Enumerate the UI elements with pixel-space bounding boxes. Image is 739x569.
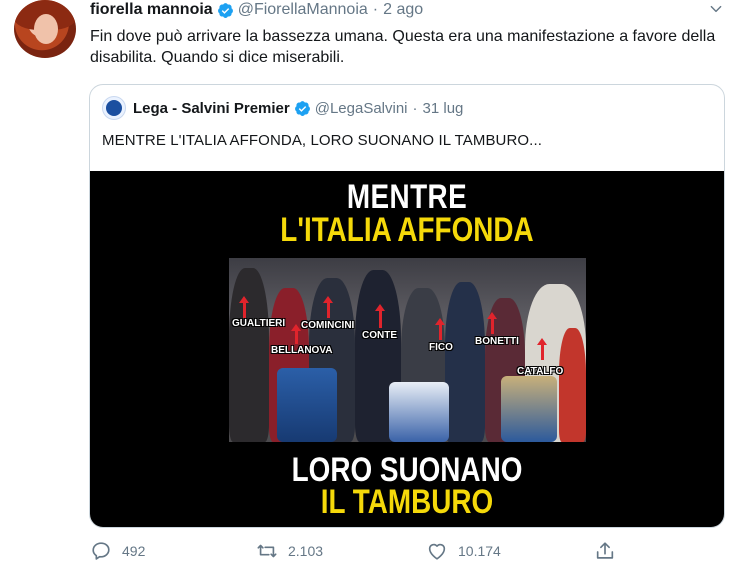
separator-dot: · — [412, 99, 418, 117]
share-icon — [596, 542, 614, 559]
tweet-text: Fin dove può arrivare la bassezza umana.… — [90, 28, 716, 66]
tweet-timestamp[interactable]: 2 ago — [383, 1, 423, 19]
media-caption-top-line2: L'ITALIA AFFONDA — [280, 211, 534, 249]
label-bonetti: BONETTI — [475, 336, 519, 347]
verified-badge-icon — [294, 100, 310, 116]
label-fico: FICO — [429, 342, 453, 353]
reply-button[interactable]: 492 — [90, 540, 145, 562]
reply-icon — [92, 542, 110, 560]
label-comincini: COMINCINI — [301, 320, 355, 331]
quoted-timestamp: 31 lug — [422, 99, 464, 117]
retweet-button[interactable]: 2.103 — [256, 540, 323, 562]
chevron-down-icon[interactable] — [709, 2, 723, 16]
label-conte: CONTE — [362, 330, 397, 341]
label-catalfo: CATALFO — [517, 366, 564, 377]
arrow-bellanova — [291, 324, 301, 344]
avatar-face — [34, 14, 58, 44]
quoted-author-avatar — [102, 96, 126, 120]
arrow-fico — [435, 318, 445, 340]
label-gualtieri: GUALTIERI — [232, 318, 286, 329]
media-caption-bottom-line2: IL TAMBURO — [320, 483, 494, 521]
quoted-display-name: Lega - Salvini Premier — [133, 99, 290, 117]
author-display-name[interactable]: fiorella mannoia — [90, 1, 213, 19]
reply-count: 492 — [122, 543, 146, 559]
quoted-tweet[interactable]: Lega - Salvini Premier @LegaSalvini · 31… — [89, 84, 725, 528]
quoted-tweet-header: Lega - Salvini Premier @LegaSalvini · 31… — [102, 96, 463, 120]
tweet-action-bar: 492 2.103 10.174 — [90, 540, 630, 566]
media-photo: GUALTIERI COMINCINI BELLANOVA CONTE FICO… — [229, 258, 586, 442]
like-count: 10.174 — [458, 543, 501, 559]
like-button[interactable]: 10.174 — [426, 540, 501, 562]
separator-dot: · — [372, 1, 379, 18]
quoted-tweet-text: MENTRE L'ITALIA AFFONDA, LORO SUONANO IL… — [102, 132, 542, 149]
arrow-bonetti — [487, 312, 497, 334]
retweet-icon — [257, 544, 277, 558]
arrow-comincini — [323, 296, 333, 318]
label-bellanova: BELLANOVA — [271, 345, 333, 356]
quoted-handle: @LegaSalvini — [314, 99, 408, 117]
arrow-gualtieri — [239, 296, 249, 318]
arrow-conte — [375, 304, 385, 328]
author-avatar[interactable] — [14, 0, 76, 58]
verified-badge-icon — [217, 2, 233, 18]
heart-icon — [428, 543, 446, 560]
author-handle[interactable]: @FiorellaMannoia — [238, 1, 368, 19]
retweet-count: 2.103 — [288, 543, 324, 559]
tweet-header: fiorella mannoia @FiorellaMannoia · 2 ag… — [90, 0, 423, 20]
quoted-media-video[interactable]: MENTRE L'ITALIA AFFONDA GUALTIERI COMINC… — [90, 171, 724, 527]
arrow-catalfo — [537, 338, 547, 360]
share-button[interactable] — [594, 540, 626, 562]
